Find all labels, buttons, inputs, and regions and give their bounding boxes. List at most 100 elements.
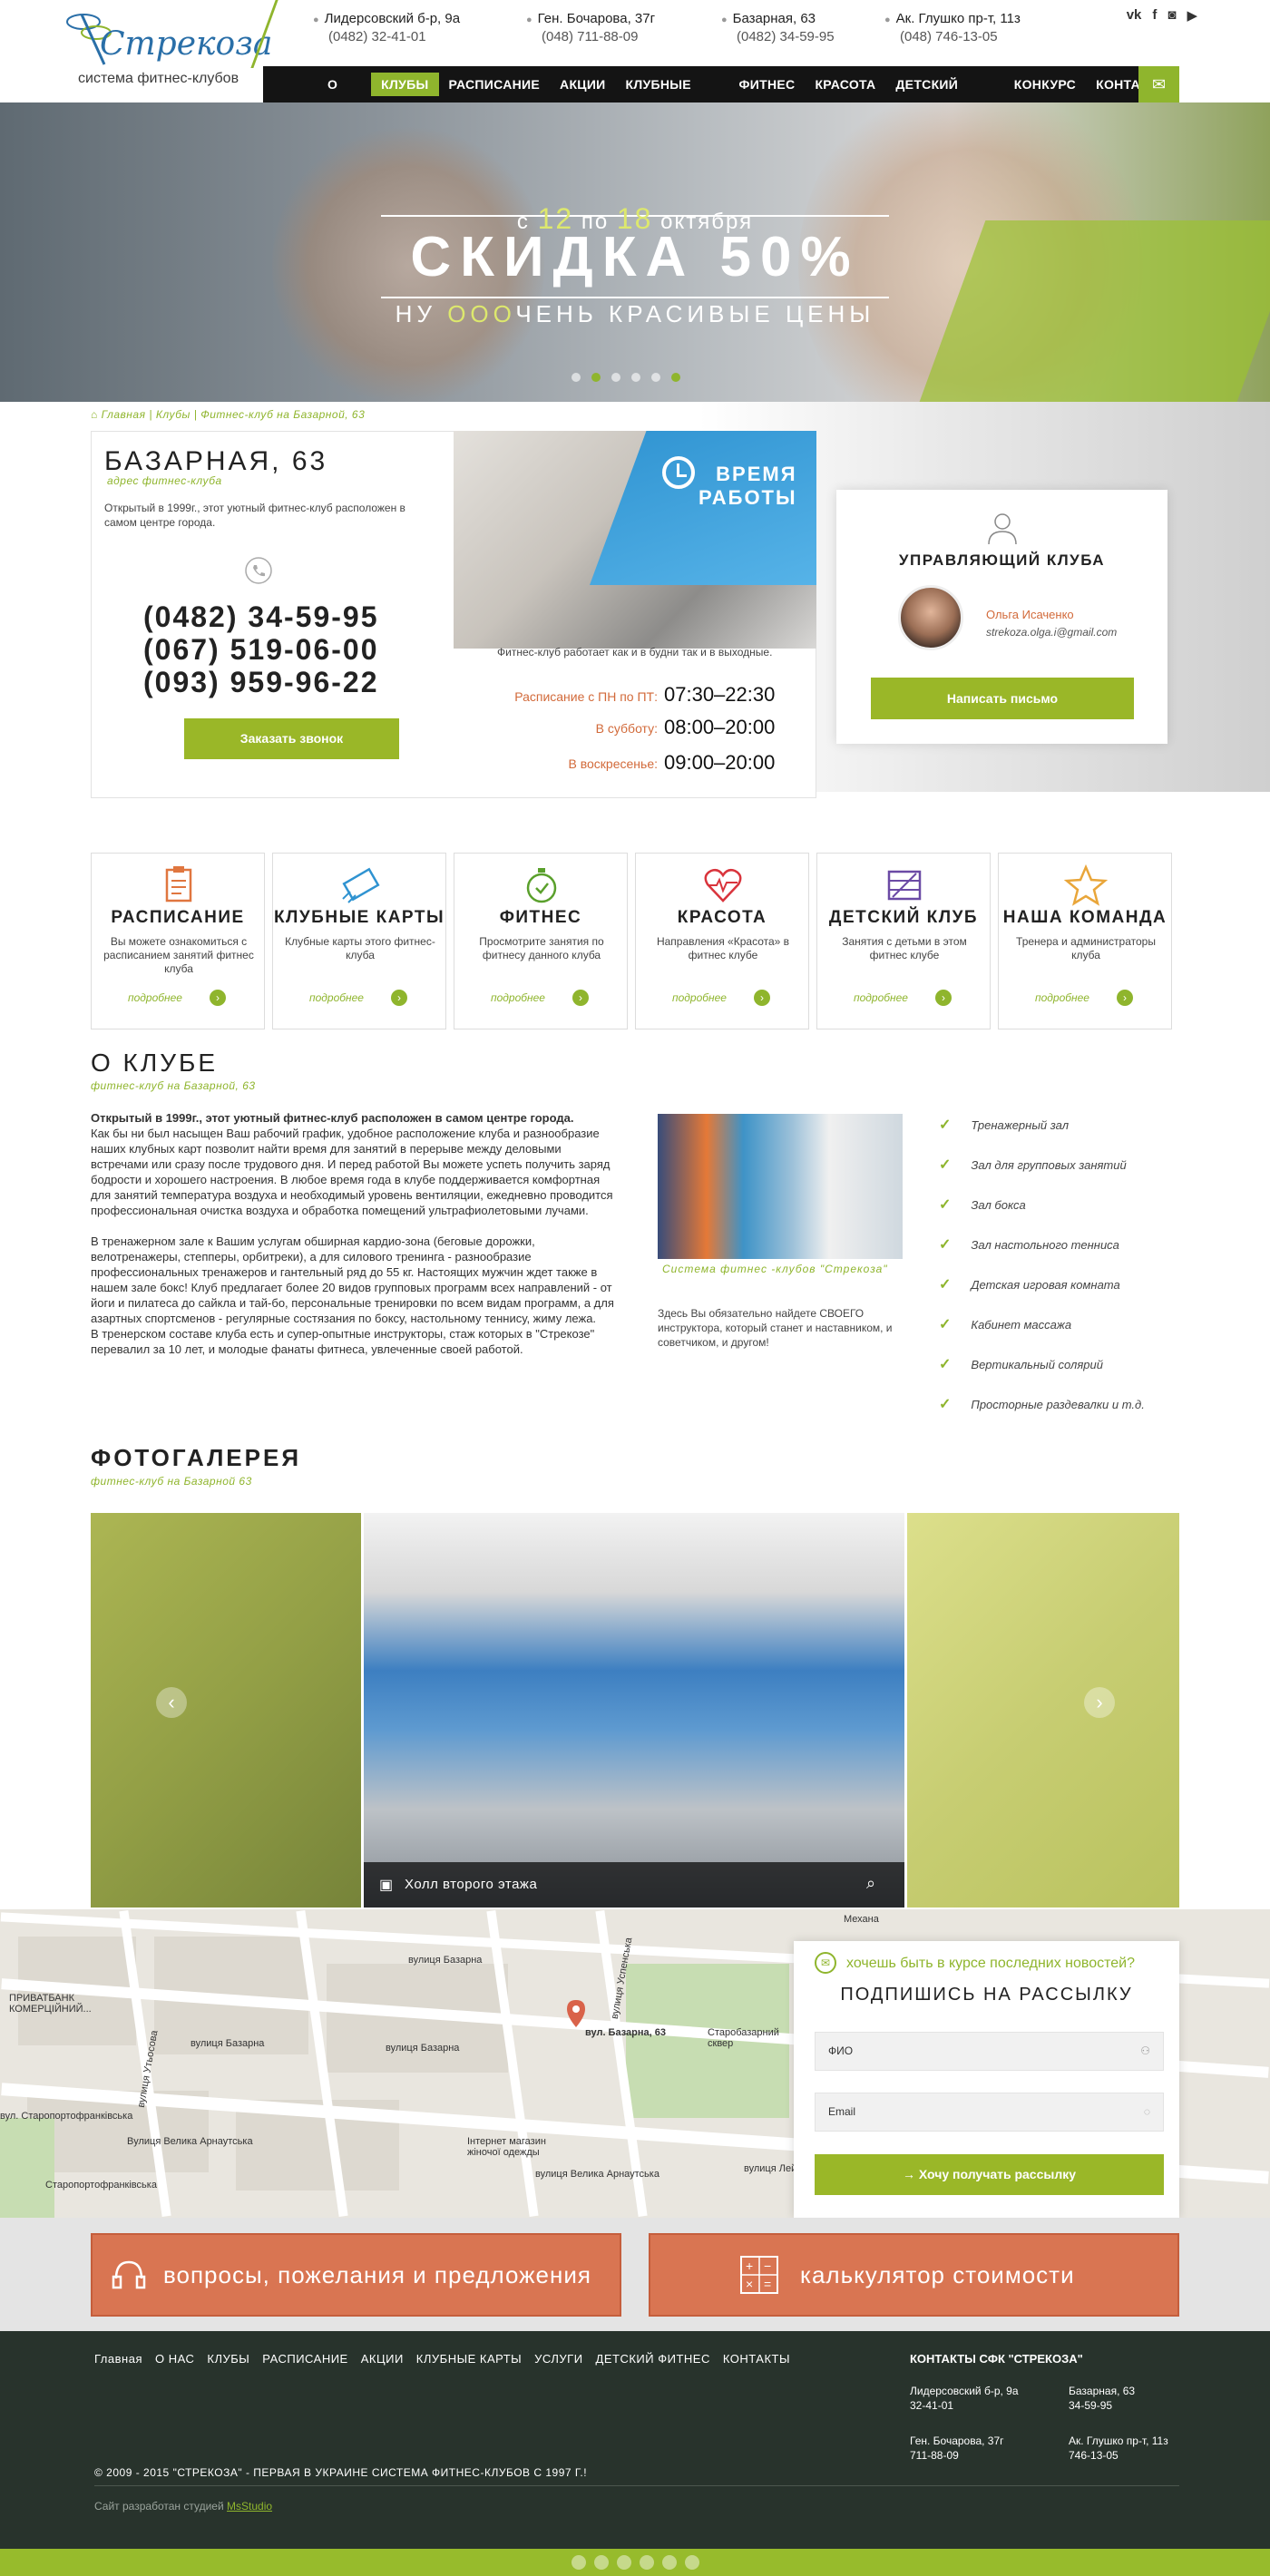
gallery-prev-arrow[interactable]: ‹ [156,1687,187,1718]
arrow-right-icon[interactable]: › [572,990,589,1006]
hero-banner[interactable]: с 12 по 18 октября СКИДКА 50% НУ ОООЧЕНЬ… [0,102,1270,402]
email-field[interactable]: Email ◌ [815,2093,1164,2132]
gallery-next-arrow[interactable]: › [1084,1687,1115,1718]
footer-link[interactable]: АКЦИИ [361,2352,404,2366]
map-label: вулиця Базарна [190,2038,265,2049]
manager-card: УПРАВЛЯЮЩИЙ КЛУБА Ольга Исаченко strekoz… [836,490,1167,744]
instagram-icon[interactable]: ◙ [1167,7,1176,24]
gallery-title: ФОТОГАЛЕРЕЯ [91,1444,302,1471]
calculator-button[interactable]: + − × = калькулятор стоимости [649,2233,1179,2317]
footer-contact: Базарная, 63 34-59-95 [1069,2385,1136,2412]
linkedin-icon[interactable] [662,2555,677,2570]
block-title: КРАСОТА [677,908,767,927]
nav-item-contest[interactable]: КОНКУРС [1004,73,1086,96]
gallery-photo[interactable] [907,1513,1179,1908]
arrow-right-icon[interactable]: › [391,990,407,1006]
schedule-label: Расписание с ПН по ПТ: [514,689,658,704]
pinterest-icon[interactable] [640,2555,654,2570]
nav-item-fitness[interactable]: ФИТНЕС [729,73,806,96]
nav-item-clubs[interactable]: КЛУБЫ [371,73,439,96]
twitter-icon[interactable] [572,2555,586,2570]
nav-item-schedule[interactable]: РАСПИСАНИЕ [439,73,551,96]
vk-icon[interactable]: vk [1127,7,1142,24]
footer-link[interactable]: О НАС [155,2352,194,2366]
slider-dot[interactable] [671,373,680,382]
zoom-icon[interactable]: ⌕ [866,1874,875,1893]
breadcrumb-current: Фитнес-клуб на Базарной, 63 [200,408,366,421]
block-beauty[interactable]: КРАСОТА Направления «Красота» в фитнес к… [635,853,809,1029]
hero-subline: НУ ОООЧЕНЬ КРАСИВЫЕ ЦЕНЫ [395,300,875,327]
club-title: БАЗАРНАЯ, 63 [104,446,328,476]
feedback-button[interactable]: вопросы, пожелания и предложения [91,2233,621,2317]
phone-text[interactable]: (048) 746-13-05 [900,29,1021,44]
club-phone[interactable]: (067) 519-06-00 [143,633,378,666]
footer-link[interactable]: КОНТАКТЫ [723,2352,790,2366]
about-paragraph: В тренерском составе клуба есть и супер-… [91,1327,595,1356]
club-phone[interactable]: (093) 959-96-22 [143,666,378,698]
nav-item-promos[interactable]: АКЦИИ [550,73,616,96]
gallery-photo-active[interactable] [364,1513,904,1908]
slider-dot[interactable] [651,373,660,382]
more-link[interactable]: подробнее [1035,991,1089,1004]
youtube-icon[interactable]: ▶ [1187,7,1197,24]
developer-link[interactable]: MsStudio [227,2500,272,2513]
manager-email[interactable]: strekoza.olga.i@gmail.com [986,626,1117,639]
breadcrumb-clubs[interactable]: Клубы [156,408,190,421]
google-plus-icon[interactable] [617,2555,631,2570]
nav-item-about[interactable]: О НАС [318,73,371,115]
more-link[interactable]: подробнее [309,991,364,1004]
footer-link[interactable]: Главная [94,2352,142,2366]
more-link[interactable]: подробнее [128,991,182,1004]
arrow-right-icon[interactable]: › [210,990,226,1006]
logo[interactable]: Стрекоза система фитнес-клубов [64,5,272,93]
breadcrumb-home[interactable]: Главная [102,408,146,421]
slider-dot[interactable] [611,373,620,382]
about-side-text: Здесь Вы обязательно найдете СВОЕГО инст… [658,1307,893,1349]
home-icon[interactable]: ⌂ [91,408,98,421]
footer-link[interactable]: КЛУБЫ [207,2352,249,2366]
more-link[interactable]: подробнее [491,991,545,1004]
footer-link[interactable]: РАСПИСАНИЕ [262,2352,347,2366]
block-cards[interactable]: КЛУБНЫЕ КАРТЫ Клубные карты этого фитнес… [272,853,446,1029]
instagram-icon[interactable] [685,2555,699,2570]
block-fitness[interactable]: ФИТНЕС Просмотрите занятия по фитнесу да… [454,853,628,1029]
gallery-photo[interactable] [91,1513,361,1908]
breadcrumb-separator: | [149,408,152,421]
more-link[interactable]: подробнее [854,991,908,1004]
facebook-icon[interactable] [594,2555,609,2570]
more-link[interactable]: подробнее [672,991,727,1004]
footer-link[interactable]: УСЛУГИ [534,2352,582,2366]
slider-dot[interactable] [591,373,601,382]
arrow-right-icon[interactable]: › [935,990,952,1006]
footer-link[interactable]: ДЕТСКИЙ ФИТНЕС [596,2352,710,2366]
address-text: Ген. Бочарова, 37г [537,11,656,26]
footer-link[interactable]: КЛУБНЫЕ КАРТЫ [416,2352,522,2366]
block-team[interactable]: НАША КОМАНДА Тренера и администраторы кл… [998,853,1172,1029]
breadcrumb-separator: | [193,408,198,421]
arrow-right-icon[interactable]: › [1117,990,1133,1006]
club-interior-photo[interactable] [658,1114,903,1259]
facebook-icon[interactable]: f [1152,7,1157,24]
map-pin-icon[interactable] [567,2000,585,2027]
phone-text[interactable]: (0482) 32-41-01 [328,29,460,44]
nav-item-beauty[interactable]: КРАСОТА [805,73,885,96]
map-label: Інтернет магазин жіночої одежды [467,2136,546,2158]
gallery-subtitle: фитнес-клуб на Базарной 63 [91,1475,252,1488]
phone-text[interactable]: (0482) 34-59-95 [737,29,835,44]
block-schedule[interactable]: РАСПИСАНИЕ Вы можете ознакомиться с расп… [91,853,265,1029]
phone-text[interactable]: (048) 711-88-09 [542,29,655,44]
mail-icon[interactable]: ✉ [1138,66,1179,102]
block-kids[interactable]: ДЕТСКИЙ КЛУБ Занятия с детьми в этом фит… [816,853,991,1029]
check-icon: ✓ [939,1237,952,1253]
club-phone[interactable]: (0482) 34-59-95 [143,600,378,633]
write-letter-button[interactable]: Написать письмо [871,678,1134,719]
nav-item-cards[interactable]: КЛУБНЫЕ КАРТЫ [616,73,729,115]
slider-dot[interactable] [631,373,640,382]
schedule-value: 09:00–20:00 [664,751,776,774]
name-field[interactable]: ФИО ⚇ [815,2032,1164,2071]
nav-item-kids[interactable]: ДЕТСКИЙ ФИТНЕС [885,73,1003,115]
order-call-button[interactable]: Заказать звонок [184,718,399,759]
slider-dot[interactable] [572,373,581,382]
arrow-right-icon[interactable]: › [754,990,770,1006]
subscribe-button[interactable]: → Хочу получать рассылку [815,2154,1164,2195]
